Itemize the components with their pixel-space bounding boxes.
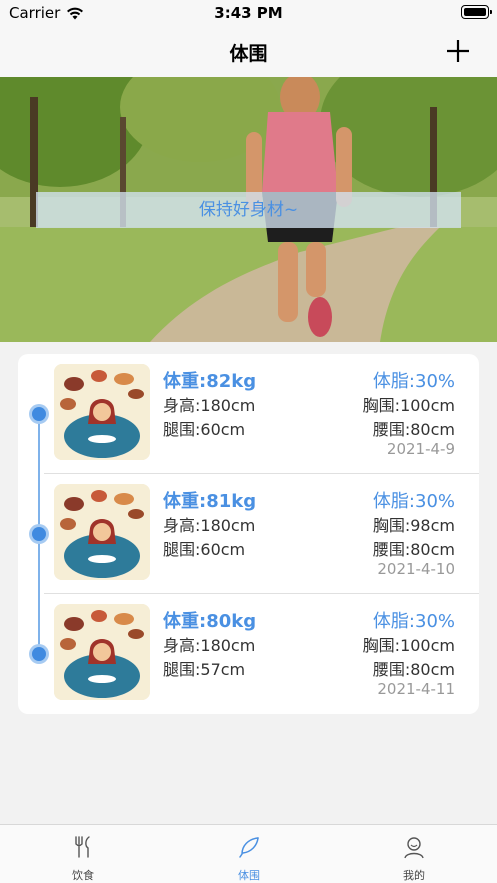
fork-knife-icon xyxy=(75,836,90,858)
tab-profile[interactable]: 我的 xyxy=(331,825,497,883)
timeline-dot xyxy=(32,647,46,661)
bodyfat-value: 体脂:30% xyxy=(372,371,455,392)
diet-illustration xyxy=(54,604,150,700)
waist-value: 腰围:80cm xyxy=(372,420,455,439)
tab-bar: 饮食 体围 我的 xyxy=(0,824,497,883)
thigh-value: 腿围:60cm xyxy=(163,420,246,439)
tab-label: 饮食 xyxy=(72,869,94,882)
diet-illustration xyxy=(54,484,150,580)
banner-caption: 保持好身材~ xyxy=(36,192,461,228)
plus-icon xyxy=(447,40,469,62)
bodyfat-value: 体脂:30% xyxy=(372,491,455,512)
bodyfat-value: 体脂:30% xyxy=(372,611,455,632)
record-row[interactable]: 体重:80kg 身高:180cm 腿围:57cm 体脂:30% 胸围:100cm… xyxy=(18,594,479,714)
add-record-button[interactable] xyxy=(445,38,471,64)
tab-diet[interactable]: 饮食 xyxy=(0,825,166,883)
record-date: 2021-4-11 xyxy=(377,680,455,698)
person-icon xyxy=(404,837,424,859)
record-row[interactable]: 体重:82kg 身高:180cm 腿围:60cm 体脂:30% 胸围:100cm… xyxy=(18,354,479,474)
battery-icon xyxy=(461,5,492,19)
weight-value: 体重:81kg xyxy=(163,491,257,512)
waist-value: 腰围:80cm xyxy=(372,540,455,559)
weight-value: 体重:82kg xyxy=(163,371,257,392)
page-title: 体围 xyxy=(229,43,268,65)
timeline-dot xyxy=(32,527,46,541)
weight-value: 体重:80kg xyxy=(163,611,257,632)
thigh-value: 腿围:57cm xyxy=(163,660,246,679)
nav-bar: 体围 xyxy=(0,26,497,77)
height-value: 身高:180cm xyxy=(163,516,256,535)
waist-value: 腰围:80cm xyxy=(372,660,455,679)
chest-value: 胸围:100cm xyxy=(362,396,455,415)
height-value: 身高:180cm xyxy=(163,396,256,415)
girl-with-food-illustration xyxy=(54,484,150,580)
chest-value: 胸围:98cm xyxy=(372,516,455,535)
tab-label: 体围 xyxy=(238,869,260,882)
status-time: 3:43 PM xyxy=(214,4,283,22)
chest-value: 胸围:100cm xyxy=(362,636,455,655)
status-bar: Carrier 3:43 PM xyxy=(0,0,497,26)
diet-illustration xyxy=(54,364,150,460)
thigh-value: 腿围:60cm xyxy=(163,540,246,559)
banner-image: 保持好身材~ xyxy=(0,77,497,342)
record-date: 2021-4-9 xyxy=(386,440,455,458)
tab-body-measure[interactable]: 体围 xyxy=(166,825,332,883)
body-records-card: 体重:82kg 身高:180cm 腿围:60cm 体脂:30% 胸围:100cm… xyxy=(18,354,479,714)
height-value: 身高:180cm xyxy=(163,636,256,655)
record-date: 2021-4-10 xyxy=(377,560,455,578)
timeline-dot xyxy=(32,407,46,421)
tab-label: 我的 xyxy=(403,869,425,882)
girl-with-food-illustration xyxy=(54,604,150,700)
feather-icon xyxy=(239,837,259,858)
record-row[interactable]: 体重:81kg 身高:180cm 腿围:60cm 体脂:30% 胸围:98cm … xyxy=(18,474,479,594)
girl-with-food-illustration xyxy=(54,364,150,460)
